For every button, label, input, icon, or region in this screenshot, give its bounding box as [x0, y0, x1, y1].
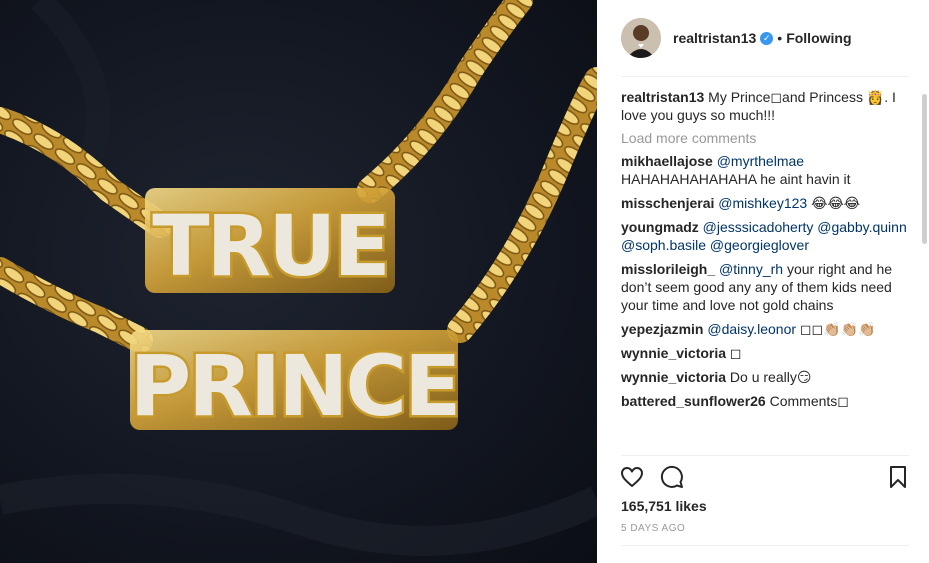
comment-mention[interactable]: @tinny_rh	[719, 261, 783, 277]
comment-item: misschenjerai @mishkey123 😂😂😂	[621, 194, 909, 212]
post-header: realtristan13 ✓ • Following	[621, 16, 909, 60]
caption-username[interactable]: realtristan13	[621, 89, 704, 105]
comment-icon	[660, 465, 683, 488]
comments-list[interactable]: realtristan13 My Prince◻and Princess 👸. …	[621, 88, 909, 454]
comment-mention[interactable]: @mishkey123	[718, 195, 807, 211]
comment-username[interactable]: misslorileigh_	[621, 261, 715, 277]
nameplate-true: TRUE	[152, 197, 388, 295]
comment-mention[interactable]: @daisy.leonor	[707, 321, 796, 337]
comment-username[interactable]: battered_sunflower26	[621, 393, 766, 409]
likes-count[interactable]: 165,751 likes	[621, 498, 707, 514]
username-link[interactable]: realtristan13	[673, 30, 756, 46]
like-button[interactable]	[619, 464, 645, 490]
chain-necklace-illustration: TRUE PRINCE	[0, 0, 597, 556]
comment-text: 😂😂😂	[807, 195, 861, 211]
footer-divider	[621, 545, 909, 546]
actions-divider	[621, 455, 909, 456]
comment-text: ◻	[726, 345, 742, 361]
comment-button[interactable]	[659, 464, 685, 490]
comment-mention[interactable]: @myrthelmae	[717, 153, 804, 169]
comment-item: misslorileigh_ @tinny_rh your right and …	[621, 260, 909, 314]
post-side-panel: realtristan13 ✓ • Following realtristan1…	[597, 0, 929, 563]
action-bar	[621, 462, 909, 492]
post-timestamp[interactable]: 5 DAYS AGO	[621, 523, 685, 534]
comment-username[interactable]: youngmadz	[621, 219, 699, 235]
comment-username[interactable]: wynnie_victoria	[621, 345, 726, 361]
separator-dot: •	[777, 30, 783, 46]
post-photo[interactable]: TRUE PRINCE	[0, 0, 597, 563]
nameplate-prince: PRINCE	[130, 337, 459, 435]
comment-username[interactable]: yepezjazmin	[621, 321, 703, 337]
comment-text: ◻◻👏🏼👏🏼👏🏼	[796, 321, 876, 337]
profile-photo	[621, 18, 661, 58]
following-button[interactable]: Following	[786, 30, 851, 46]
comment-text: HAHAHAHAHAHAHA he aint havin it	[621, 171, 851, 187]
comments-scrollbar[interactable]	[921, 88, 928, 454]
comment-item: wynnie_victoria Do u really😏	[621, 368, 909, 386]
bookmark-icon	[890, 466, 906, 488]
avatar[interactable]	[621, 18, 661, 58]
instagram-post-modal: TRUE PRINCE realtristan13 ✓ • Following	[0, 0, 929, 563]
scrollbar-thumb[interactable]	[922, 94, 927, 244]
comment-text: Do u really😏	[726, 369, 812, 385]
comment-text: Comments◻	[765, 393, 849, 409]
save-button[interactable]	[885, 464, 911, 490]
comment-item: wynnie_victoria ◻	[621, 344, 909, 362]
comment-item: youngmadz @jesssicadoherty @gabby.quinn …	[621, 218, 909, 254]
load-more-comments-link[interactable]: Load more comments	[621, 130, 909, 146]
comment-username[interactable]: mikhaellajose	[621, 153, 713, 169]
comment-username[interactable]: wynnie_victoria	[621, 369, 726, 385]
comment-item: battered_sunflower26 Comments◻	[621, 392, 909, 410]
verified-badge-icon: ✓	[760, 31, 774, 45]
comment-item: mikhaellajose @myrthelmae HAHAHAHAHAHAHA…	[621, 152, 909, 188]
caption: realtristan13 My Prince◻and Princess 👸. …	[621, 88, 909, 124]
comment-item: yepezjazmin @daisy.leonor ◻◻👏🏼👏🏼👏🏼	[621, 320, 909, 338]
comment-username[interactable]: misschenjerai	[621, 195, 714, 211]
header-divider	[621, 76, 909, 77]
heart-icon	[621, 467, 643, 487]
